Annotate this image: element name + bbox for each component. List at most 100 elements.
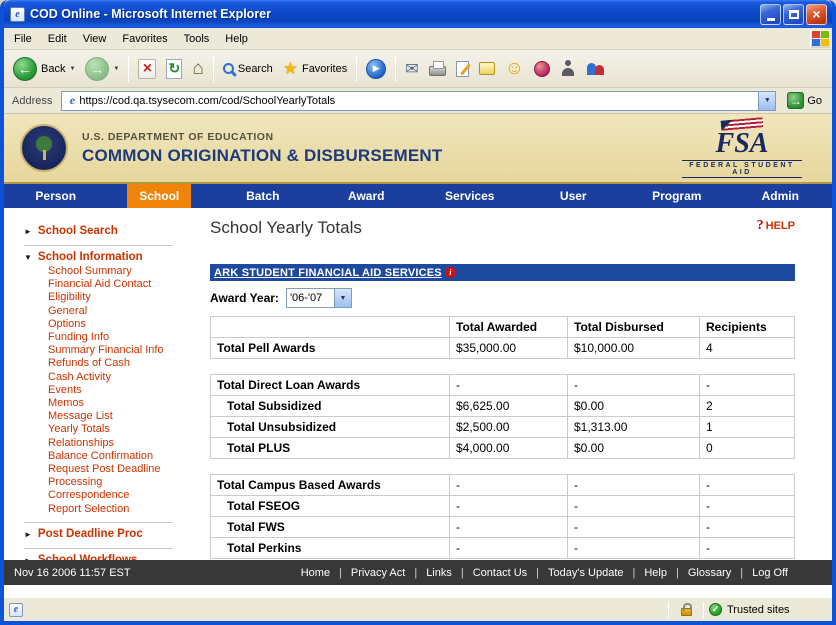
- window-controls: ×: [758, 4, 827, 25]
- menu-favorites[interactable]: Favorites: [114, 30, 175, 48]
- nav-tab-award[interactable]: Award: [315, 184, 419, 208]
- menu-help[interactable]: Help: [217, 30, 256, 48]
- print-button[interactable]: [424, 53, 451, 85]
- nav-tab-person[interactable]: Person: [4, 184, 108, 208]
- go-button[interactable]: → Go: [781, 90, 828, 112]
- sidebar-item-financial-aid-contact[interactable]: Financial Aid Contact: [48, 278, 172, 291]
- award-year-select[interactable]: '06-'07 ▼: [286, 288, 352, 308]
- discuss-button[interactable]: [474, 53, 500, 85]
- footer-link-links[interactable]: Links: [426, 567, 452, 579]
- sidebar-header-school-search[interactable]: ►School Search: [24, 223, 172, 239]
- community-button[interactable]: [581, 53, 611, 85]
- zone-check-icon: ✓: [709, 603, 722, 616]
- sidebar-item-balance-confirmation[interactable]: Balance Confirmation: [48, 450, 172, 463]
- row-value: 1: [700, 417, 795, 438]
- table-column-header-total-disbursed: Total Disbursed: [568, 316, 700, 338]
- award-year-row: Award Year: '06-'07 ▼: [210, 288, 832, 308]
- sidebar-item-summary-financial-info[interactable]: Summary Financial Info: [48, 344, 172, 357]
- mail-button[interactable]: ✉: [400, 53, 423, 85]
- back-dropdown-icon[interactable]: ▼: [69, 66, 75, 72]
- sidebar-item-funding-info[interactable]: Funding Info: [48, 331, 172, 344]
- sidebar-item-refunds-of-cash[interactable]: Refunds of Cash: [48, 357, 172, 370]
- sidebar-item-yearly-totals[interactable]: Yearly Totals: [48, 423, 172, 436]
- sidebar-header-post-deadline-proc[interactable]: ►Post Deadline Proc: [24, 526, 172, 542]
- sidebar-item-processing[interactable]: Processing: [48, 476, 172, 489]
- toolbar-separator: [356, 56, 357, 82]
- row-value: -: [700, 474, 795, 496]
- mail-icon: ✉: [405, 59, 418, 79]
- refresh-button[interactable]: ↻: [161, 53, 187, 85]
- menu-view[interactable]: View: [75, 30, 115, 48]
- row-value: -: [568, 496, 700, 517]
- footer-link-log-off[interactable]: Log Off: [752, 567, 788, 579]
- maximize-button[interactable]: [783, 4, 804, 25]
- sidebar-item-eligibility[interactable]: Eligibility: [48, 291, 172, 304]
- forward-button[interactable]: → ▼: [80, 53, 124, 85]
- footer-link-help[interactable]: Help: [644, 567, 667, 579]
- minimize-button[interactable]: [760, 4, 781, 25]
- footer-link-glossary[interactable]: Glossary: [688, 567, 731, 579]
- row-value: 0: [700, 438, 795, 459]
- profile-button[interactable]: [555, 53, 581, 85]
- sidebar-header-school-information[interactable]: ▼School Information: [24, 249, 172, 265]
- address-bar: Address e ▼ → Go: [4, 88, 832, 114]
- discuss-icon: [479, 62, 495, 75]
- nav-tab-batch[interactable]: Batch: [211, 184, 315, 208]
- footer-link-today-s-update[interactable]: Today's Update: [548, 567, 623, 579]
- sidebar-item-events[interactable]: Events: [48, 384, 172, 397]
- table-row-total-campus-based-awards: Total Campus Based Awards---: [210, 474, 795, 496]
- row-label: Total Subsidized: [210, 396, 450, 417]
- help-link[interactable]: ? HELP: [757, 218, 795, 234]
- help-label: HELP: [766, 220, 795, 232]
- sidebar-item-request-post-deadline[interactable]: Request Post Deadline: [48, 463, 172, 476]
- fsa-logo-subtext: FEDERAL STUDENT AID: [682, 160, 802, 178]
- footer-link-home[interactable]: Home: [301, 567, 330, 579]
- nav-tab-admin[interactable]: Admin: [729, 184, 833, 208]
- url-field[interactable]: [79, 95, 758, 107]
- footer-divider: |: [339, 567, 342, 579]
- sidebar-item-cash-activity[interactable]: Cash Activity: [48, 371, 172, 384]
- launch-button[interactable]: [529, 53, 555, 85]
- address-dropdown-icon[interactable]: ▼: [758, 92, 775, 110]
- address-input-box[interactable]: e ▼: [61, 91, 776, 111]
- favorites-button[interactable]: ★ Favorites: [278, 53, 353, 85]
- window-title: COD Online - Microsoft Internet Explorer: [30, 7, 758, 21]
- forward-dropdown-icon[interactable]: ▼: [113, 66, 119, 72]
- nav-tab-label: School: [127, 184, 191, 208]
- sidebar-item-correspondence[interactable]: Correspondence: [48, 489, 172, 502]
- sidebar-item-message-list[interactable]: Message List: [48, 410, 172, 423]
- row-label: Total Direct Loan Awards: [210, 374, 450, 396]
- edit-button[interactable]: [451, 53, 474, 85]
- info-icon[interactable]: i: [445, 267, 456, 278]
- search-button[interactable]: Search: [218, 53, 278, 85]
- nav-tab-program[interactable]: Program: [625, 184, 729, 208]
- school-name-link[interactable]: ARK STUDENT FINANCIAL AID SERVICES: [214, 267, 442, 279]
- nav-tab-services[interactable]: Services: [418, 184, 522, 208]
- sidebar-header-school-workflows[interactable]: ►School Workflows: [24, 552, 172, 560]
- sidebar-item-relationships[interactable]: Relationships: [48, 437, 172, 450]
- nav-tab-user[interactable]: User: [522, 184, 626, 208]
- close-button[interactable]: ×: [806, 4, 827, 25]
- footer-link-contact-us[interactable]: Contact Us: [473, 567, 527, 579]
- status-bar: e ✓ Trusted sites: [4, 597, 832, 621]
- sidebar-item-report-selection[interactable]: Report Selection: [48, 503, 172, 516]
- messenger-button[interactable]: ☺: [500, 53, 529, 85]
- sidebar-item-memos[interactable]: Memos: [48, 397, 172, 410]
- menu-edit[interactable]: Edit: [40, 30, 75, 48]
- title-bar[interactable]: e COD Online - Microsoft Internet Explor…: [4, 0, 832, 28]
- sidebar-item-school-summary[interactable]: School Summary: [48, 265, 172, 278]
- table-column-header-recipients: Recipients: [700, 316, 795, 338]
- footer-link-privacy-act[interactable]: Privacy Act: [351, 567, 405, 579]
- back-button[interactable]: ← Back ▼: [8, 53, 80, 85]
- nav-tab-school[interactable]: School: [108, 184, 212, 208]
- home-button[interactable]: ⌂: [187, 53, 208, 85]
- media-button[interactable]: ▶: [361, 53, 391, 85]
- menu-tools[interactable]: Tools: [176, 30, 218, 48]
- sidebar-item-general[interactable]: General: [48, 305, 172, 318]
- stop-button[interactable]: ×: [133, 53, 161, 85]
- menu-file[interactable]: File: [6, 30, 40, 48]
- sidebar-item-options[interactable]: Options: [48, 318, 172, 331]
- row-label: Total Perkins: [210, 538, 450, 559]
- row-value: 4: [700, 338, 795, 359]
- row-value: -: [450, 538, 568, 559]
